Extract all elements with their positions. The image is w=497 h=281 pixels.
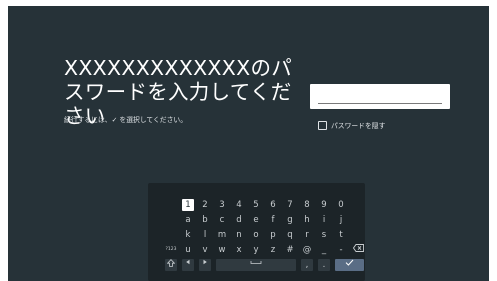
key-period[interactable]: . <box>318 259 330 271</box>
key-2[interactable]: 2 <box>199 199 211 211</box>
checkmark-icon[interactable] <box>335 259 364 271</box>
key-0[interactable]: 0 <box>335 199 347 211</box>
space-icon[interactable] <box>216 259 296 271</box>
input-underline <box>318 103 442 104</box>
key-8[interactable]: 8 <box>301 199 313 211</box>
key-underscore[interactable]: _ <box>318 244 330 256</box>
key-1[interactable]: 1 <box>182 199 194 211</box>
hide-password-checkbox-row[interactable]: パスワードを隠す <box>318 120 385 130</box>
key-h[interactable]: h <box>301 214 313 226</box>
key-hash[interactable]: # <box>284 244 296 256</box>
key-i[interactable]: i <box>318 214 330 226</box>
key-j[interactable]: j <box>335 214 347 226</box>
hide-password-checkbox[interactable] <box>318 120 327 130</box>
shift-icon[interactable] <box>165 259 177 271</box>
hide-password-label: パスワードを隠す <box>331 122 386 130</box>
key-b[interactable]: b <box>199 214 211 226</box>
left-arrow-icon[interactable] <box>182 259 194 271</box>
key-a[interactable]: a <box>182 214 194 226</box>
key-p[interactable]: p <box>267 229 279 241</box>
right-arrow-icon[interactable] <box>199 259 211 271</box>
key-x[interactable]: x <box>233 244 245 256</box>
key-w[interactable]: w <box>216 244 228 256</box>
key-v[interactable]: v <box>199 244 211 256</box>
key-g[interactable]: g <box>284 214 296 226</box>
key-q[interactable]: q <box>284 229 296 241</box>
key-c[interactable]: c <box>216 214 228 226</box>
key-n[interactable]: n <box>233 229 245 241</box>
key-9[interactable]: 9 <box>318 199 330 211</box>
key-symbols-toggle[interactable]: ?123 <box>165 244 177 256</box>
key-l[interactable]: l <box>199 229 211 241</box>
key-r[interactable]: r <box>301 229 313 241</box>
key-5[interactable]: 5 <box>250 199 262 211</box>
key-hyphen[interactable]: - <box>335 244 347 256</box>
key-at[interactable]: @ <box>301 244 313 256</box>
key-comma[interactable]: , <box>301 259 313 271</box>
backspace-icon[interactable] <box>352 244 364 256</box>
key-6[interactable]: 6 <box>267 199 279 211</box>
key-3[interactable]: 3 <box>216 199 228 211</box>
key-s[interactable]: s <box>318 229 330 241</box>
password-field[interactable] <box>310 84 450 109</box>
key-o[interactable]: o <box>250 229 262 241</box>
key-e[interactable]: e <box>250 214 262 226</box>
key-7[interactable]: 7 <box>284 199 296 211</box>
key-f[interactable]: f <box>267 214 279 226</box>
key-u[interactable]: u <box>182 244 194 256</box>
key-t[interactable]: t <box>335 229 347 241</box>
tv-screen: XXXXXXXXXXXXXのパスワードを入力してください 続行するには、✓ を選… <box>8 6 489 281</box>
password-input[interactable] <box>316 86 446 104</box>
on-screen-keyboard: 1 2 3 4 5 6 7 8 9 0 a b c d e f g h i j … <box>148 183 365 281</box>
key-m[interactable]: m <box>216 229 228 241</box>
key-d[interactable]: d <box>233 214 245 226</box>
key-z[interactable]: z <box>267 244 279 256</box>
key-k[interactable]: k <box>182 229 194 241</box>
instruction-text: 続行するには、✓ を選択してください。 <box>64 116 187 124</box>
key-y[interactable]: y <box>250 244 262 256</box>
key-4[interactable]: 4 <box>233 199 245 211</box>
